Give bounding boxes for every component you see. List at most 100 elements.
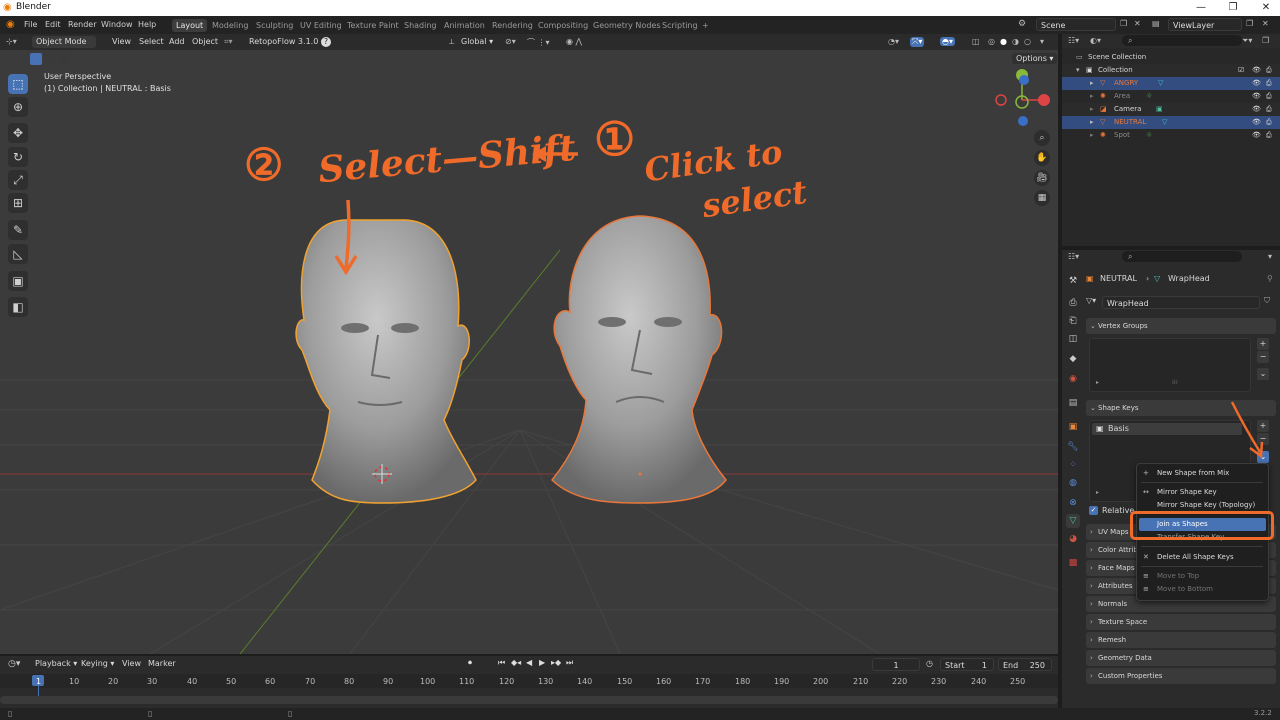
properties-editor-icon[interactable]: ☷▾ <box>1068 252 1079 261</box>
outliner-row-neutral[interactable]: ▸ ▽ NEUTRAL ▽ 👁︎ ⎙ <box>1062 116 1280 129</box>
menu-playback[interactable]: Playback ▾ <box>35 659 77 668</box>
mesh-name-field[interactable]: WrapHead <box>1102 296 1260 309</box>
particles-tab-icon[interactable]: ⁘ <box>1066 458 1080 472</box>
outliner-row-scene-collection[interactable]: ▭ Scene Collection <box>1062 51 1280 64</box>
material-shading-icon[interactable]: ◑ <box>1012 37 1019 46</box>
scene-tab-icon[interactable]: ◆ <box>1066 352 1080 366</box>
measure-tool-icon[interactable]: ◺ <box>8 244 28 264</box>
render-camera-icon[interactable]: ⎙ <box>1266 77 1272 90</box>
render-camera-icon[interactable]: ⎙ <box>1266 129 1272 142</box>
tab-modeling[interactable]: Modeling <box>208 19 252 32</box>
zoom-icon[interactable]: ⌕ <box>1034 130 1050 146</box>
select-new-icon[interactable] <box>30 53 42 65</box>
current-frame-field[interactable]: 1 <box>872 658 920 671</box>
xray-icon[interactable]: ◫ <box>972 37 980 46</box>
visibility-eye-icon[interactable]: 👁︎ <box>1252 116 1261 129</box>
collection-tab-icon[interactable]: ▤ <box>1066 396 1080 410</box>
menu-marker[interactable]: Marker <box>148 659 176 668</box>
render-camera-icon[interactable]: ⎙ <box>1266 116 1272 129</box>
minimize-icon[interactable]: — <box>1190 0 1212 16</box>
solid-shading-icon[interactable]: ● <box>1000 37 1007 46</box>
cursor-tool-icon[interactable]: ⊕ <box>8 97 28 117</box>
data-tab-icon[interactable]: ▽ <box>1066 514 1080 528</box>
material-tab-icon[interactable]: ◕ <box>1066 532 1080 546</box>
remove-view-layer-icon[interactable]: ✕ <box>1262 19 1269 28</box>
pan-hand-icon[interactable]: ✋ <box>1034 150 1050 166</box>
scale-tool-icon[interactable]: ⤢ <box>8 170 28 190</box>
tool-tab-icon[interactable]: ⚒ <box>1066 274 1080 288</box>
new-collection-icon[interactable]: ❐ <box>1262 36 1269 45</box>
menu-add[interactable]: Add <box>169 37 185 46</box>
head-left[interactable] <box>295 219 477 504</box>
panel-texture-space[interactable]: › Texture Space <box>1086 614 1276 630</box>
rendered-shading-icon[interactable]: ○ <box>1024 37 1031 46</box>
tab-geometry-nodes[interactable]: Geometry Nodes <box>589 19 664 32</box>
expand-icon[interactable]: ▸ <box>1090 90 1094 103</box>
add-cube-tool-icon[interactable]: ▣ <box>8 271 28 291</box>
tab-sculpting[interactable]: Sculpting <box>252 19 297 32</box>
record-icon[interactable]: ⏺ <box>468 658 472 668</box>
list-filter-toggle-icon[interactable]: ▸ <box>1096 379 1099 386</box>
select-subtract-icon[interactable] <box>58 53 70 65</box>
gizmo-toggle-icon[interactable]: ⤧▾ <box>910 37 925 47</box>
object-mode-dropdown[interactable]: Object Mode ▾ <box>32 36 96 58</box>
texture-tab-icon[interactable]: ▩ <box>1066 556 1080 570</box>
head-right[interactable] <box>550 215 727 504</box>
tab-uv-editing[interactable]: UV Editing <box>296 19 346 32</box>
menu-item-move-to-bottom[interactable]: ≡ Move to Bottom <box>1137 583 1268 596</box>
jump-start-icon[interactable]: ⏮ <box>498 658 505 668</box>
select-box-tool-icon[interactable]: ⬚ <box>8 74 28 94</box>
rotate-tool-icon[interactable]: ↻ <box>8 147 28 167</box>
annotate-tool-icon[interactable]: ✎ <box>8 220 28 240</box>
timeline-editor-icon[interactable]: ◷▾ <box>8 659 20 669</box>
world-tab-icon[interactable]: ◉ <box>1066 372 1080 386</box>
mesh-datablock-icon[interactable]: ▽▾ <box>1086 296 1096 305</box>
clock-icon[interactable]: ◷ <box>926 659 933 668</box>
expand-icon[interactable]: ▸ <box>1090 103 1094 116</box>
collection-visibility-icon[interactable]: 👁︎ <box>1252 64 1261 77</box>
add-workspace-button[interactable]: + <box>698 19 713 32</box>
fake-user-shield-icon[interactable]: ⛉ <box>1264 296 1270 306</box>
copy-scene-icon[interactable]: ❐ <box>1120 19 1127 28</box>
menu-render[interactable]: Render <box>68 20 96 29</box>
camera-view-icon[interactable]: 🎥︎ <box>1034 170 1050 186</box>
play-reverse-icon[interactable]: ◀ <box>526 658 532 667</box>
tab-texture-paint[interactable]: Texture Paint <box>343 19 403 32</box>
collection-render-icon[interactable]: ⎙ <box>1266 64 1272 77</box>
render-camera-icon[interactable]: ⎙ <box>1266 103 1272 116</box>
outliner-row-spot[interactable]: ▸ ✺ Spot ☼ 👁︎ ⎙ <box>1062 129 1280 142</box>
scene-field[interactable]: Scene <box>1036 18 1116 31</box>
outliner-row-angry[interactable]: ▸ ▽ ANGRY ▽ 👁︎ ⎙ <box>1062 77 1280 90</box>
outliner-row-camera[interactable]: ▸ ◪ Camera ▣ 👁︎ ⎙ <box>1062 103 1280 116</box>
list-filter-toggle-icon[interactable]: ▸ <box>1096 489 1099 496</box>
menu-object[interactable]: Object <box>192 37 218 46</box>
transform-tool-icon[interactable]: ⊞ <box>8 193 28 213</box>
menu-window[interactable]: Window <box>101 20 133 29</box>
timeline-scrollbar[interactable] <box>0 696 1058 704</box>
visibility-eye-icon[interactable]: 👁︎ <box>1252 103 1261 116</box>
outliner-search-input[interactable]: ⌕ <box>1122 35 1242 46</box>
visibility-icon[interactable]: ◔▾ <box>888 37 899 46</box>
proportional-edit-icon[interactable]: ◉ ⋀ <box>566 37 582 46</box>
view-layer-field[interactable]: ViewLayer <box>1168 18 1242 31</box>
editor-type-icon[interactable]: ⊹▾ <box>6 37 17 46</box>
copy-view-layer-icon[interactable]: ❐ <box>1246 19 1253 28</box>
shape-key-row-basis[interactable]: ▣ Basis <box>1092 423 1242 435</box>
help-button[interactable]: ? <box>321 37 331 47</box>
menu-timeline-view[interactable]: View <box>122 659 141 668</box>
end-frame-field[interactable]: End 250 <box>998 658 1052 671</box>
select-extend-icon[interactable] <box>44 53 56 65</box>
view-layer-tab-icon[interactable]: ◫ <box>1066 332 1080 346</box>
object-tab-icon[interactable]: ▣ <box>1066 420 1080 434</box>
outliner-row-area[interactable]: ▸ ✺ Area ☼ 👁︎ ⎙ <box>1062 90 1280 103</box>
move-tool-icon[interactable]: ✥ <box>8 123 28 143</box>
tab-animation[interactable]: Animation <box>440 19 489 32</box>
properties-options-icon[interactable]: ▾ <box>1268 252 1272 261</box>
filter-icon[interactable]: ⏷▾ <box>1242 36 1252 46</box>
visibility-eye-icon[interactable]: 👁︎ <box>1252 77 1261 90</box>
blender-menu-icon[interactable]: ◉ <box>6 19 15 30</box>
tab-rendering[interactable]: Rendering <box>488 19 537 32</box>
outliner-row-collection[interactable]: ▾ ▣ Collection ☑ 👁︎ ⎙ <box>1062 64 1280 77</box>
maximize-icon[interactable]: ❐ <box>1222 0 1244 16</box>
3d-viewport[interactable]: ② Select—Shift ① Click to select ⬚ ⊕ ✥ ↻… <box>0 50 1058 654</box>
